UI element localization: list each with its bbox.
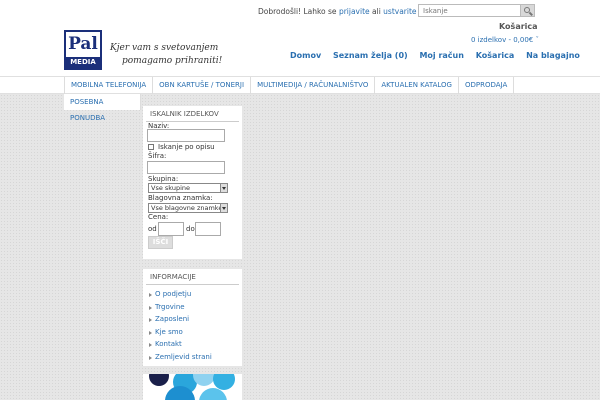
mainnav-catalog[interactable]: AKTUALEN KATALOG xyxy=(374,77,458,94)
topnav-wishlist[interactable]: Seznam želja (0) xyxy=(333,51,408,60)
product-search-panel: ISKALNIK IZDELKOV Naziv: Iskanje po opis… xyxy=(143,106,242,259)
code-field[interactable] xyxy=(147,161,225,174)
welcome-mid-text: ali xyxy=(372,7,381,16)
topnav-checkout[interactable]: Na blagajno xyxy=(526,51,580,60)
price-from-field[interactable] xyxy=(158,222,184,236)
panel-title: INFORMACIJE xyxy=(146,269,239,285)
panel-title: ISKALNIK IZDELKOV xyxy=(146,106,239,122)
search-submit-button[interactable]: IŠČI xyxy=(148,236,173,249)
search-input[interactable] xyxy=(419,5,519,16)
group-label: Skupina: xyxy=(148,175,179,183)
login-link[interactable]: prijavite xyxy=(339,7,370,16)
description-checkbox-label: Iskanje po opisu xyxy=(158,143,215,151)
topnav-home[interactable]: Domov xyxy=(290,51,321,60)
group-select[interactable]: Vse skupine xyxy=(148,183,228,193)
name-field[interactable] xyxy=(147,129,225,142)
group-select-value: Vse skupine xyxy=(151,184,191,192)
cart-title: Košarica xyxy=(499,22,538,31)
promo-banner[interactable] xyxy=(143,374,242,400)
slogan-line-1: Kjer vam s svetovanjem xyxy=(110,43,219,53)
price-to-field[interactable] xyxy=(195,222,221,236)
brand-label: Blagovna znamka: xyxy=(148,194,213,202)
info-link-sitemap[interactable]: Zemljevid strani xyxy=(148,351,238,364)
chevron-down-icon xyxy=(220,184,227,192)
header: Dobrodošli! Lahko se prijavite ali ustva… xyxy=(0,0,600,76)
info-link-contact[interactable]: Kontakt xyxy=(148,338,238,351)
slogan: Kjer vam s svetovanjem pomagamo prihrani… xyxy=(110,42,222,68)
search-icon xyxy=(524,7,530,13)
info-link-staff[interactable]: Zaposleni xyxy=(148,313,238,326)
top-navigation: Domov Seznam želja (0) Moj račun Košaric… xyxy=(290,51,589,60)
mainnav-clearance[interactable]: ODPRODAJA xyxy=(457,77,515,94)
chevron-down-icon xyxy=(220,204,227,212)
topnav-cart[interactable]: Košarica xyxy=(476,51,515,60)
mainnav-multimedia[interactable]: MULTIMEDIJA / RAČUNALNIŠTVO xyxy=(250,77,374,94)
logo-bottom-text: MEDIA xyxy=(66,57,100,68)
brand-select[interactable]: Vse blagovne znamke xyxy=(148,203,228,213)
site-logo[interactable]: Pal MEDIA xyxy=(64,30,102,70)
brand-select-value: Vse blagovne znamke xyxy=(151,204,223,212)
information-panel: INFORMACIJE O podjetju Trgovine Zaposlen… xyxy=(143,269,242,366)
price-from-label: od xyxy=(148,225,157,233)
page-background xyxy=(0,94,600,400)
subnav-special-offer[interactable]: POSEBNA PONUDBA xyxy=(64,94,140,126)
description-checkbox[interactable] xyxy=(148,144,154,150)
mainnav-mobile[interactable]: MOBILNA TELEFONIJA xyxy=(64,77,152,94)
cart-summary-text: 0 izdelkov - 0,00€ xyxy=(471,36,534,44)
welcome-message: Dobrodošli! Lahko se prijavite ali ustva… xyxy=(258,7,443,16)
info-link-location[interactable]: Kje smo xyxy=(148,326,238,339)
cart-summary-link[interactable]: 0 izdelkov - 0,00€ ˇ xyxy=(471,36,539,44)
info-link-stores[interactable]: Trgovine xyxy=(148,301,238,314)
banner-dot xyxy=(149,374,169,386)
info-list: O podjetju Trgovine Zaposleni Kje smo Ko… xyxy=(143,285,242,363)
sub-navigation: POSEBNA PONUDBA xyxy=(64,94,141,122)
chevron-down-icon: ˇ xyxy=(535,36,539,44)
search-button[interactable] xyxy=(520,4,535,17)
price-label: Cena: xyxy=(148,213,169,221)
topnav-account[interactable]: Moj račun xyxy=(419,51,463,60)
price-to-label: do xyxy=(186,225,195,233)
code-label: Šifra: xyxy=(148,152,167,160)
logo-top-text: Pal xyxy=(68,34,98,54)
welcome-text: Dobrodošli! Lahko se xyxy=(258,7,337,16)
info-link-about[interactable]: O podjetju xyxy=(148,288,238,301)
header-search xyxy=(418,4,535,17)
slogan-line-2: pomagamo prihraniti! xyxy=(122,56,223,66)
main-navigation: MOBILNA TELEFONIJA OBN KARTUŠE / TONERJI M… xyxy=(0,76,600,94)
mainnav-cartridges[interactable]: OBN KARTUŠE / TONERJI xyxy=(152,77,250,94)
